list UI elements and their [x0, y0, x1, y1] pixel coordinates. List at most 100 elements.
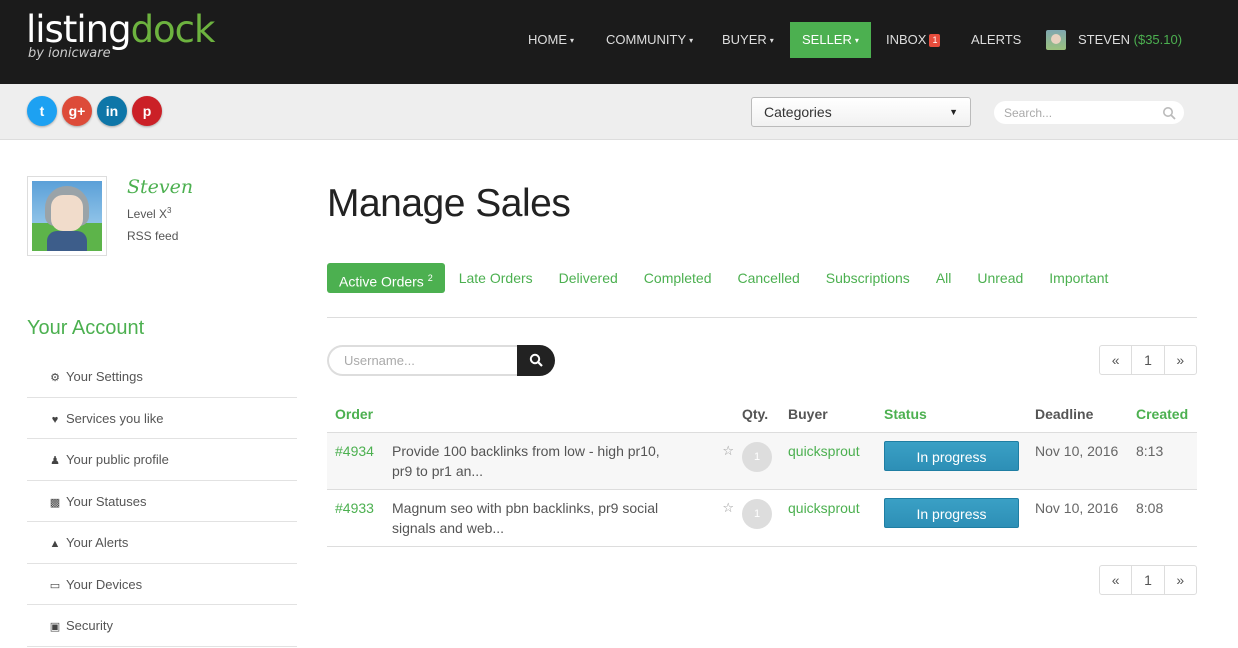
nav-inbox[interactable]: INBOX 1: [886, 22, 941, 58]
col-buyer: Buyer: [780, 397, 876, 433]
nav-alerts[interactable]: ALERTS: [971, 22, 1021, 58]
pager-prev[interactable]: «: [1100, 346, 1133, 374]
caret-down-icon: ▼: [949, 107, 958, 117]
divider: [327, 317, 1197, 318]
table-header-row: Order Qty. Buyer Status Deadline Created: [327, 397, 1197, 433]
lock-icon: ▣: [49, 621, 61, 633]
secondary-bar: t g+ in p Categories ▼ Search...: [0, 84, 1238, 140]
status-cell: In progress: [876, 489, 1027, 547]
twitter-icon[interactable]: t: [27, 96, 57, 126]
menu-your-devices[interactable]: ▭ Your Devices: [27, 564, 297, 605]
menu-security[interactable]: ▣ Security: [27, 605, 297, 647]
nav-community-label: COMMUNITY: [606, 32, 687, 47]
col-status[interactable]: Status: [876, 397, 1027, 433]
order-desc-line1[interactable]: Provide 100 backlinks from low - high pr…: [392, 441, 660, 461]
pager-page[interactable]: 1: [1132, 346, 1165, 374]
nav-community[interactable]: COMMUNITY ▾: [606, 22, 693, 58]
profile-avatar[interactable]: [27, 176, 107, 256]
heart-icon: ♥: [51, 413, 59, 426]
pinterest-icon[interactable]: p: [132, 96, 162, 126]
order-desc-line1[interactable]: Magnum seo with pbn backlinks, pr9 socia…: [392, 498, 658, 518]
chart-icon: ▩: [49, 496, 61, 509]
pager-next[interactable]: »: [1165, 346, 1196, 374]
inbox-badge: 1: [929, 34, 941, 47]
top-navbar: listingdock by ionicware HOME ▾ COMMUNITY…: [0, 0, 1238, 84]
pager-page[interactable]: 1: [1132, 566, 1165, 594]
filter-search-button[interactable]: [517, 345, 555, 376]
star-icon[interactable]: ☆: [722, 441, 734, 461]
chevron-down-icon: ▾: [570, 36, 575, 45]
col-created[interactable]: Created: [1128, 397, 1197, 433]
search-input[interactable]: Search...: [993, 100, 1185, 125]
chevron-down-icon: ▾: [689, 36, 694, 45]
menu-your-alerts[interactable]: ▲ Your Alerts: [27, 522, 297, 564]
tab-unread[interactable]: Unread: [977, 263, 1023, 293]
order-desc-cell: Magnum seo with pbn backlinks, pr9 socia…: [384, 489, 734, 547]
col-order[interactable]: Order: [327, 397, 734, 433]
profile-username[interactable]: Steven: [127, 176, 193, 198]
nav-seller[interactable]: SELLER ▾: [790, 22, 871, 58]
nav-alerts-label: ALERTS: [971, 32, 1022, 47]
menu-label: Services you like: [66, 410, 164, 426]
order-desc-cell: Provide 100 backlinks from low - high pr…: [384, 432, 734, 490]
username-filter: Username...: [327, 345, 555, 376]
created-cell: 8:08: [1128, 489, 1197, 547]
tab-late-orders[interactable]: Late Orders: [459, 263, 533, 293]
qty-cell: 1: [734, 489, 780, 547]
tab-completed[interactable]: Completed: [644, 263, 712, 293]
buyer-link[interactable]: quicksprout: [788, 443, 860, 459]
chevron-down-icon: ▾: [854, 36, 859, 45]
pagination-top: « 1 »: [1099, 345, 1197, 375]
account-title: Your Account: [27, 317, 145, 339]
menu-label: Your Settings: [66, 369, 143, 384]
main-nav: HOME ▾ COMMUNITY ▾ BUYER ▾ SELLER ▾ INBOX 1 A…: [0, 22, 1238, 58]
table-row[interactable]: #4934 Provide 100 backlinks from low - h…: [327, 432, 1197, 490]
search-icon[interactable]: [1162, 106, 1176, 120]
tab-cancelled[interactable]: Cancelled: [738, 263, 800, 293]
menu-label: Your Statuses: [66, 493, 147, 509]
nav-home[interactable]: HOME ▾: [528, 22, 574, 58]
gears-icon: ⚙: [50, 372, 60, 384]
level-sup: 3: [167, 206, 172, 215]
linkedin-icon[interactable]: in: [97, 96, 127, 126]
pagination-bottom: « 1 »: [1099, 565, 1197, 595]
order-desc-line2[interactable]: signals and web...: [392, 518, 734, 538]
table-row[interactable]: #4933 Magnum seo with pbn backlinks, pr9…: [327, 489, 1197, 547]
tab-all[interactable]: All: [936, 263, 952, 293]
nav-buyer[interactable]: BUYER ▾: [722, 22, 774, 58]
menu-your-statuses[interactable]: ▩ Your Statuses: [27, 481, 297, 522]
nav-user-menu[interactable]: STEVEN ($35.10): [1046, 22, 1182, 58]
categories-dropdown[interactable]: Categories ▼: [751, 97, 971, 127]
rss-feed-link[interactable]: RSS feed: [127, 229, 178, 243]
pager-prev[interactable]: «: [1100, 566, 1133, 594]
pager-next[interactable]: »: [1165, 566, 1196, 594]
tab-count: 2: [427, 273, 433, 283]
order-tabs: Active Orders 2 Late Orders Delivered Co…: [327, 263, 1134, 293]
tab-important[interactable]: Important: [1049, 263, 1108, 293]
deadline-cell: Nov 10, 2016: [1027, 489, 1128, 547]
qty-badge: 1: [742, 498, 772, 529]
profile-level: Level X3: [127, 206, 171, 221]
col-deadline: Deadline: [1027, 397, 1128, 433]
categories-label: Categories: [764, 104, 832, 120]
menu-public-profile[interactable]: ♟ Your public profile: [27, 439, 297, 481]
deadline-cell: Nov 10, 2016: [1027, 432, 1128, 490]
order-id-link[interactable]: #4933: [335, 500, 374, 516]
tab-subscriptions[interactable]: Subscriptions: [826, 263, 910, 293]
google-plus-icon[interactable]: g+: [62, 96, 92, 126]
status-badge[interactable]: In progress: [884, 497, 1019, 528]
tab-delivered[interactable]: Delivered: [559, 263, 618, 293]
order-id-link[interactable]: #4934: [335, 443, 374, 459]
status-badge[interactable]: In progress: [884, 440, 1019, 471]
username-filter-input[interactable]: Username...: [327, 345, 517, 376]
menu-services-you-like[interactable]: ♥ Services you like: [27, 398, 297, 439]
nav-seller-label: SELLER: [802, 32, 852, 47]
menu-your-settings[interactable]: ⚙ Your Settings: [27, 356, 297, 398]
buyer-link[interactable]: quicksprout: [788, 500, 860, 516]
order-desc-line2[interactable]: pr9 to pr1 an...: [392, 461, 734, 481]
buyer-cell: quicksprout: [780, 432, 876, 490]
created-cell: 8:13: [1128, 432, 1197, 490]
account-menu: ⚙ Your Settings ♥ Services you like ♟ Your …: [27, 356, 297, 647]
star-icon[interactable]: ☆: [722, 498, 734, 518]
tab-active-orders[interactable]: Active Orders 2: [327, 263, 445, 293]
